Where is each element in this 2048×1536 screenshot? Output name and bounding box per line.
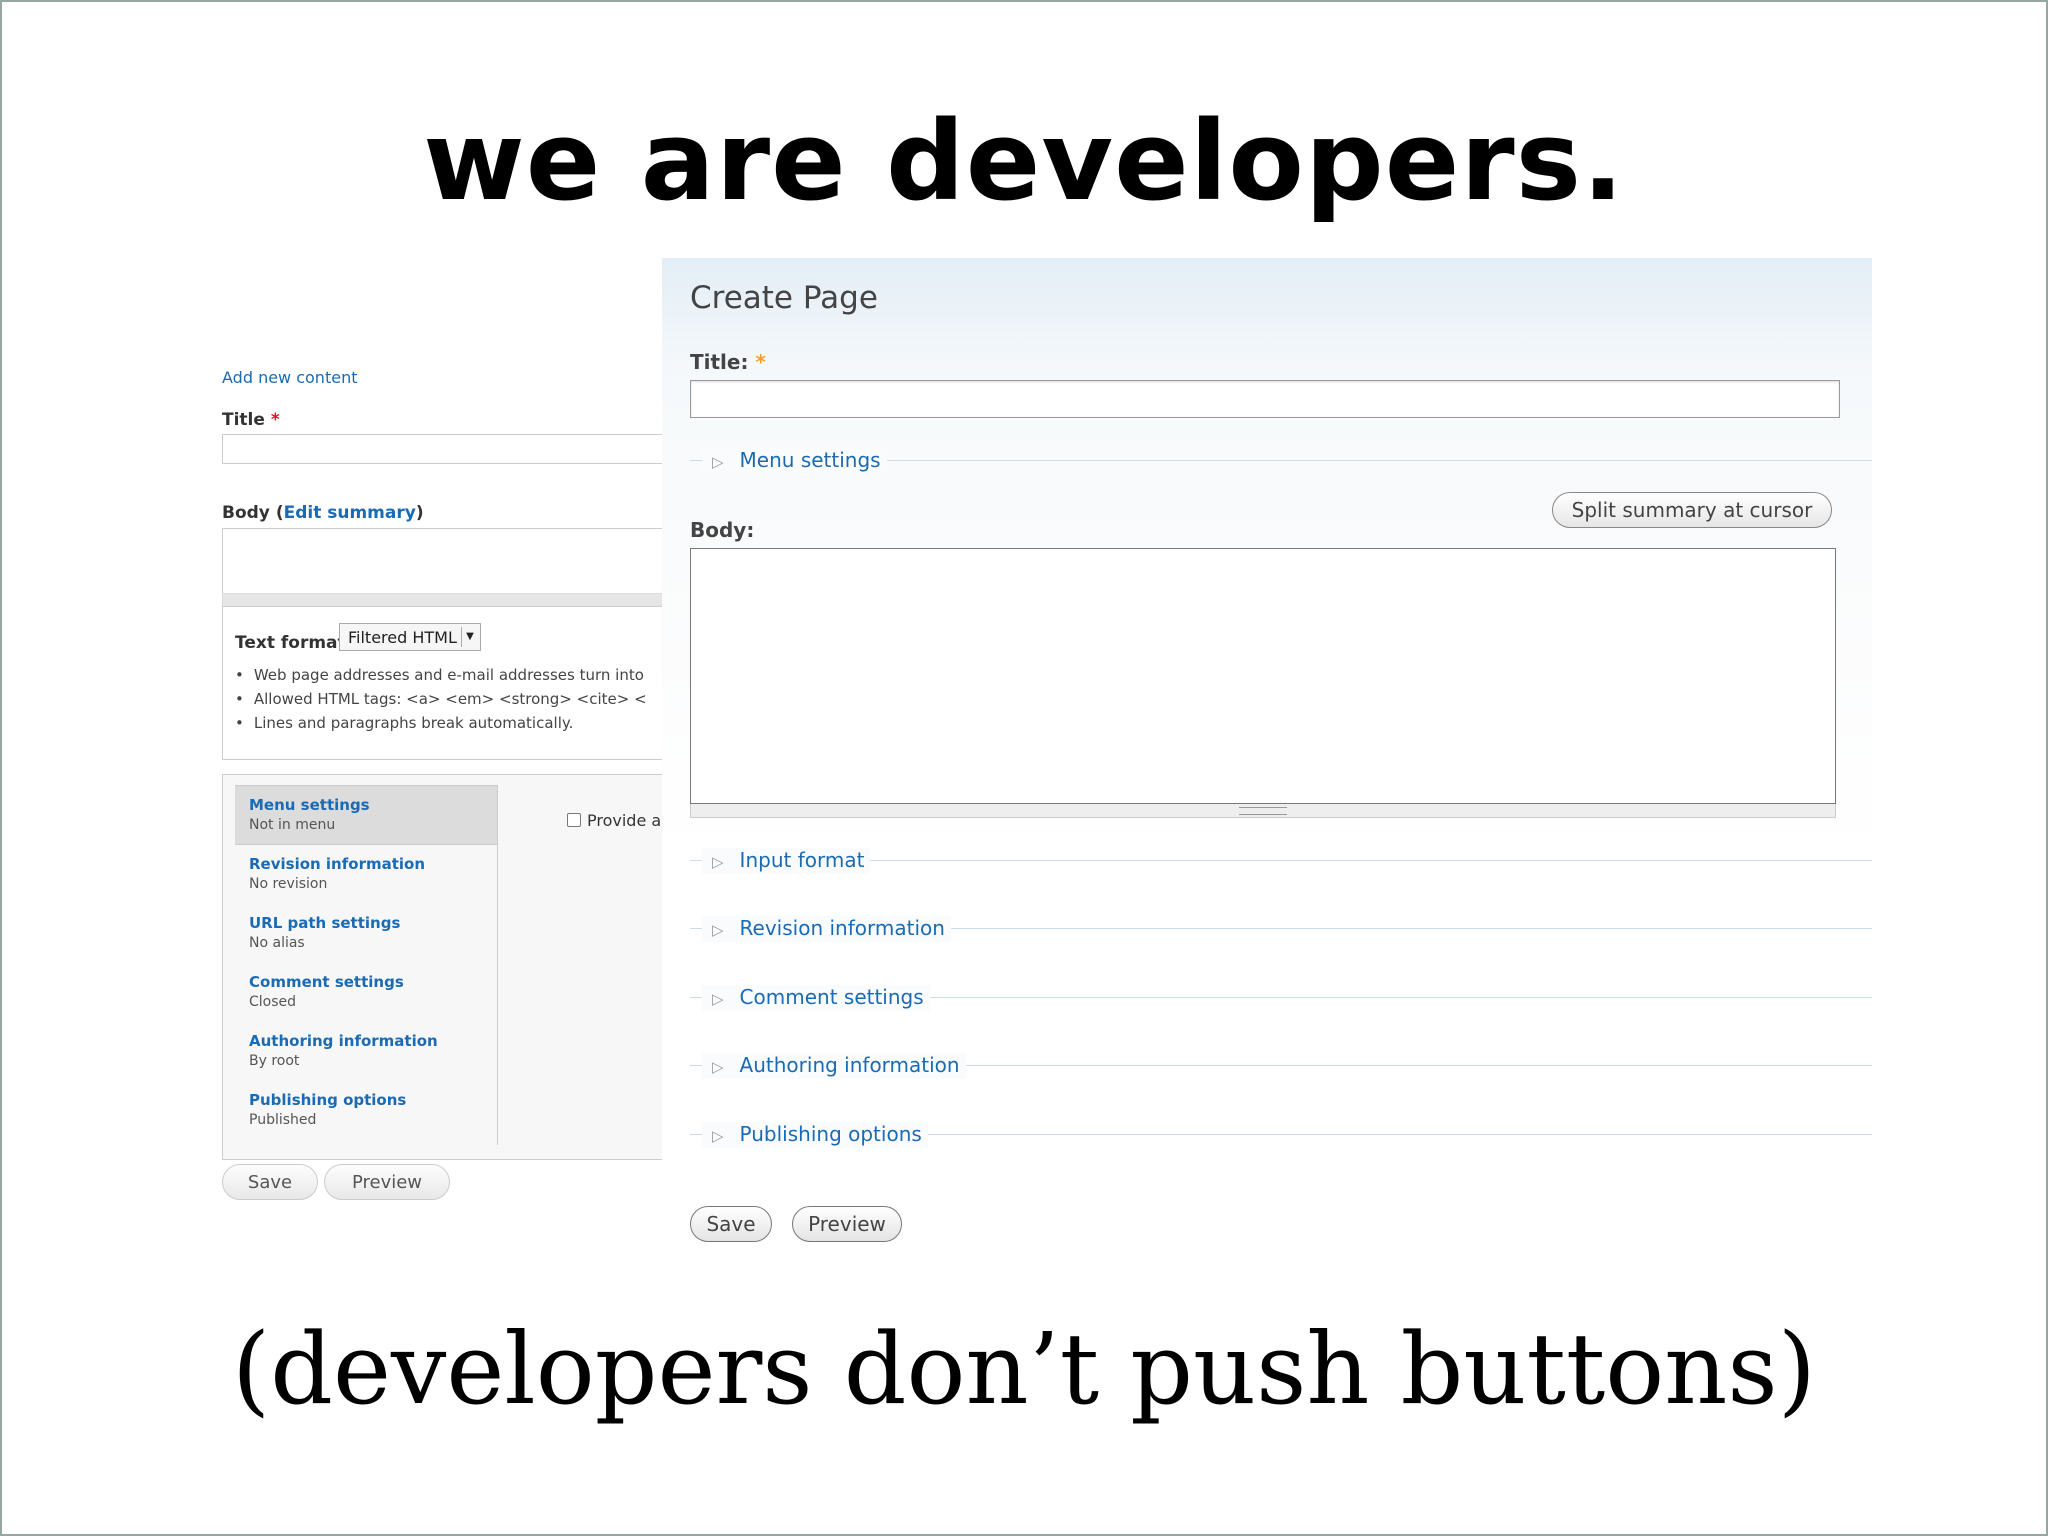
- expand-triangle-icon: ▷: [712, 921, 724, 939]
- title-input[interactable]: [222, 434, 662, 464]
- fieldset-legend[interactable]: ▷ Input format: [702, 848, 871, 874]
- save-button[interactable]: Save: [690, 1206, 772, 1242]
- checkbox-icon: [567, 813, 581, 827]
- slide-title: we are developers.: [423, 97, 1625, 225]
- d6-create-page-screenshot: Create Page Title: * ▷ Menu settings Spli…: [662, 258, 1872, 1250]
- body-paren-open: (: [275, 503, 284, 523]
- text-format-box: Text format Filtered HTML ▼ Web page add…: [222, 606, 662, 760]
- format-tip: Lines and paragraphs break automatically…: [235, 711, 647, 735]
- vertical-tab-comment-settings[interactable]: Comment settings Closed: [235, 963, 497, 1021]
- vertical-tab-title: Publishing options: [249, 1091, 407, 1109]
- fieldset-authoring-information[interactable]: ▷ Authoring information: [690, 1053, 1872, 1079]
- text-format-select[interactable]: Filtered HTML ▼: [339, 623, 481, 651]
- fieldset-legend[interactable]: ▷ Comment settings: [702, 985, 930, 1011]
- vertical-tab-summary: Not in menu: [249, 817, 336, 833]
- format-tips: Web page addresses and e-mail addresses …: [235, 663, 647, 735]
- slide-caption: (developers don’t push buttons): [232, 1313, 1816, 1427]
- vertical-tabs-menu: Menu settings Not in menu Revision infor…: [235, 785, 498, 1145]
- vertical-tab-title: Authoring information: [249, 1032, 438, 1050]
- vertical-tab-summary: Closed: [249, 994, 297, 1010]
- vertical-tab-summary: By root: [249, 1053, 300, 1069]
- text-format-label: Text format: [235, 633, 346, 653]
- fieldset-comment-settings[interactable]: ▷ Comment settings: [690, 985, 1872, 1011]
- split-summary-button[interactable]: Split summary at cursor: [1552, 492, 1832, 528]
- fieldset-legend-text: Input format: [739, 848, 865, 872]
- dropdown-arrow-icon: ▼: [461, 627, 478, 647]
- expand-triangle-icon: ▷: [712, 853, 724, 871]
- fieldset-legend-text: Publishing options: [739, 1122, 922, 1146]
- vertical-tab-publishing-options[interactable]: Publishing options Published: [235, 1081, 497, 1139]
- fieldset-legend[interactable]: ▷ Publishing options: [702, 1122, 928, 1148]
- vertical-tab-url-path-settings[interactable]: URL path settings No alias: [235, 904, 497, 962]
- vertical-tab-summary: No revision: [249, 876, 328, 892]
- fieldset-input-format[interactable]: ▷ Input format: [690, 848, 1872, 874]
- d7-node-form-screenshot: Add new content Title * Body (Edit summa…: [220, 350, 662, 1250]
- body-textarea[interactable]: [222, 528, 662, 594]
- body-label: Body:: [690, 518, 755, 542]
- vertical-tab-summary: No alias: [249, 935, 305, 951]
- provide-menu-link-checkbox[interactable]: Provide a: [567, 811, 661, 830]
- format-tip: Allowed HTML tags: <a> <em> <strong> <ci…: [235, 687, 647, 711]
- fieldset-legend-text: Authoring information: [739, 1053, 960, 1077]
- expand-triangle-icon: ▷: [712, 1058, 724, 1076]
- page-title: Create Page: [690, 280, 878, 316]
- body-paren-close: ): [415, 503, 424, 523]
- required-mark: *: [755, 350, 766, 374]
- title-label-text: Title: [222, 410, 265, 430]
- body-label: Body (Edit summary): [222, 503, 424, 523]
- expand-triangle-icon: ▷: [712, 990, 724, 1008]
- vertical-tab-menu-settings[interactable]: Menu settings Not in menu: [235, 785, 497, 845]
- vertical-tab-title: Comment settings: [249, 973, 404, 991]
- title-input[interactable]: [690, 380, 1840, 418]
- grip-lines-icon: [1239, 807, 1287, 815]
- vertical-tab-summary: Published: [249, 1112, 317, 1128]
- fieldset-legend[interactable]: ▷ Menu settings: [702, 448, 887, 474]
- fieldset-legend-text: Menu settings: [739, 448, 881, 472]
- preview-button[interactable]: Preview: [792, 1206, 902, 1242]
- preview-button[interactable]: Preview: [324, 1164, 450, 1200]
- fieldset-publishing-options[interactable]: ▷ Publishing options: [690, 1122, 1872, 1148]
- fieldset-menu-settings[interactable]: ▷ Menu settings: [690, 448, 1872, 474]
- title-label-text: Title:: [690, 350, 749, 374]
- required-mark: *: [270, 410, 280, 430]
- fieldset-revision-information[interactable]: ▷ Revision information: [690, 916, 1872, 942]
- expand-triangle-icon: ▷: [712, 1127, 724, 1145]
- body-resize-grip[interactable]: [690, 804, 1836, 818]
- format-tip: Web page addresses and e-mail addresses …: [235, 663, 647, 687]
- add-new-content-link[interactable]: Add new content: [222, 368, 357, 387]
- vertical-tab-revision-information[interactable]: Revision information No revision: [235, 845, 497, 903]
- save-button[interactable]: Save: [222, 1164, 318, 1200]
- body-textarea[interactable]: [690, 548, 1836, 804]
- fieldset-legend-text: Comment settings: [739, 985, 924, 1009]
- checkbox-label: Provide a: [587, 811, 662, 830]
- vertical-tab-title: URL path settings: [249, 914, 401, 932]
- fieldset-legend-text: Revision information: [739, 916, 945, 940]
- fieldset-legend[interactable]: ▷ Revision information: [702, 916, 951, 942]
- vertical-tab-authoring-information[interactable]: Authoring information By root: [235, 1022, 497, 1080]
- vertical-tab-title: Revision information: [249, 855, 426, 873]
- title-label: Title *: [222, 410, 280, 430]
- body-label-text: Body: [222, 503, 270, 523]
- text-format-value: Filtered HTML: [348, 628, 457, 647]
- title-label: Title: *: [690, 350, 766, 374]
- vertical-tab-title: Menu settings: [249, 796, 370, 814]
- body-resize-grip[interactable]: [222, 593, 662, 607]
- fieldset-legend[interactable]: ▷ Authoring information: [702, 1053, 966, 1079]
- edit-summary-link[interactable]: Edit summary: [284, 503, 416, 523]
- expand-triangle-icon: ▷: [712, 453, 724, 471]
- vertical-tabs: Menu settings Not in menu Revision infor…: [222, 774, 662, 1160]
